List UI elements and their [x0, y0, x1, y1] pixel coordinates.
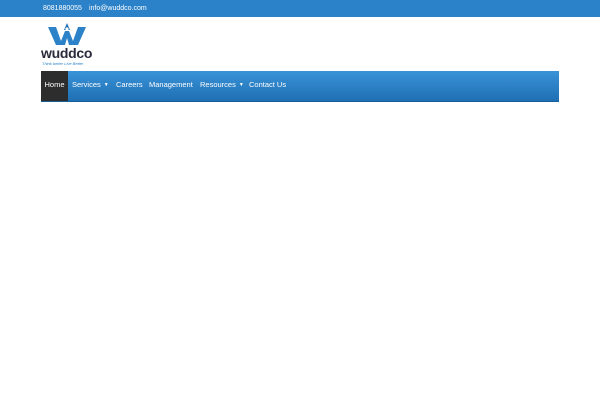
nav-item-resources[interactable]: Resources ▼	[200, 71, 244, 101]
wuddco-w-logo-icon	[48, 23, 86, 45]
top-contact-bar: 8081880055 info@wuddco.com	[0, 0, 600, 17]
main-navigation: Home Services ▼ Careers Management Resour…	[41, 71, 559, 102]
nav-item-label: Management	[149, 80, 193, 89]
nav-item-home[interactable]: Home	[41, 71, 68, 101]
nav-item-services[interactable]: Services ▼	[72, 71, 109, 101]
dropdown-caret-icon: ▼	[238, 82, 244, 88]
nav-item-careers[interactable]: Careers	[116, 71, 143, 101]
nav-item-label: Careers	[116, 80, 143, 89]
nav-item-label: Home	[44, 80, 65, 89]
dropdown-caret-icon: ▼	[103, 82, 109, 88]
brand-name: wuddco	[41, 45, 93, 61]
nav-item-label: Contact Us	[249, 80, 287, 89]
email-link[interactable]: info@wuddco.com	[89, 0, 147, 17]
nav-item-management[interactable]: Management	[149, 71, 193, 101]
brand-tagline: Think better Live Better	[42, 61, 84, 66]
site-logo[interactable]: wuddco Think better Live Better	[41, 23, 93, 67]
nav-item-contact-us[interactable]: Contact Us	[249, 71, 286, 101]
nav-item-label: Services	[72, 80, 101, 89]
phone-number[interactable]: 8081880055	[43, 0, 82, 17]
nav-item-label: Resources	[200, 80, 236, 89]
